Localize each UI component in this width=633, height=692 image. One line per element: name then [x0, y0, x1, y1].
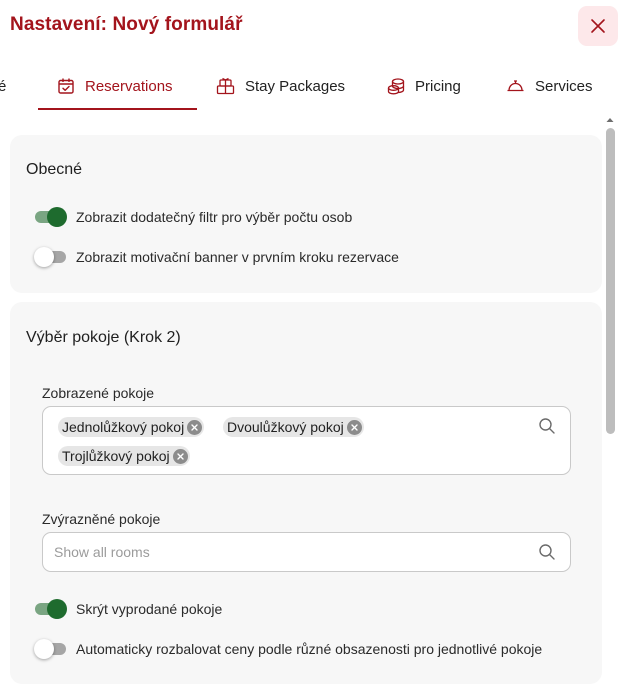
toggle-switch[interactable]	[34, 599, 67, 619]
room-chip: Jednolůžkový pokoj	[58, 417, 205, 437]
active-tab-indicator	[38, 108, 197, 110]
displayed-rooms-select[interactable]: Jednolůžkový pokoj Dvoulůžkový pokoj Tro…	[42, 406, 571, 475]
dialog-header: Nastavení: Nový formulář	[0, 0, 633, 60]
remove-chip-icon[interactable]	[187, 419, 203, 435]
room-chip: Dvoulůžkový pokoj	[223, 417, 364, 437]
room-chip-label: Jednolůžkový pokoj	[62, 419, 185, 435]
general-section-title: Obecné	[26, 161, 83, 178]
tab-services[interactable]: Services	[506, 62, 593, 110]
calendar-check-icon	[58, 78, 74, 94]
coins-icon	[387, 78, 405, 95]
gift-boxes-icon	[216, 77, 235, 95]
toggle-row-auto-expand-prices[interactable]: Automaticky rozbalovat ceny podle různé …	[34, 639, 542, 659]
tab-pricing-label: Pricing	[415, 77, 461, 95]
toggle-label: Skrýt vyprodané pokoje	[76, 601, 223, 617]
toggle-switch[interactable]	[34, 247, 67, 267]
toggle-switch[interactable]	[34, 639, 67, 659]
tab-bar: Reservations Stay Packages Pricing Servi…	[0, 62, 633, 110]
tab-services-label: Services	[535, 77, 593, 95]
remove-chip-icon[interactable]	[172, 448, 188, 464]
search-icon[interactable]	[538, 543, 556, 561]
general-section: Obecné Zobrazit dodatečný filtr pro výbě…	[10, 135, 602, 293]
toggle-row-motivation-banner[interactable]: Zobrazit motivační banner v prvním kroku…	[34, 247, 399, 267]
service-bell-icon	[507, 80, 524, 92]
highlighted-rooms-placeholder: Show all rooms	[54, 544, 150, 560]
search-icon[interactable]	[538, 417, 556, 435]
remove-chip-icon[interactable]	[346, 419, 362, 435]
scrollbar-thumb[interactable]	[606, 128, 615, 434]
tab-pricing[interactable]: Pricing	[387, 62, 461, 110]
highlighted-rooms-select[interactable]: Show all rooms	[42, 532, 571, 572]
room-chip: Trojlůžkový pokoj	[58, 446, 190, 466]
room-selection-section: Výběr pokoje (Krok 2)	[10, 302, 602, 684]
close-button[interactable]	[578, 6, 618, 46]
scroll-up-arrow-icon[interactable]	[605, 115, 615, 125]
toggle-label: Zobrazit dodatečný filtr pro výběr počtu…	[76, 209, 353, 225]
room-chip-label: Dvoulůžkový pokoj	[227, 419, 344, 435]
highlighted-rooms-label: Zvýrazněné pokoje	[42, 511, 161, 527]
room-chip-label: Trojlůžkový pokoj	[62, 448, 170, 464]
close-icon	[591, 19, 605, 33]
tab-stay-packages-label: Stay Packages	[245, 77, 346, 95]
tab-reservations[interactable]: Reservations	[57, 62, 173, 110]
toggle-switch[interactable]	[34, 207, 67, 227]
toggle-label: Zobrazit motivační banner v prvním kroku…	[76, 249, 399, 265]
room-selection-title: Výběr pokoje (Krok 2)	[26, 329, 181, 346]
displayed-rooms-label: Zobrazené pokoje	[42, 385, 155, 401]
toggle-row-hide-sold-out[interactable]: Skrýt vyprodané pokoje	[34, 599, 222, 619]
tab-reservations-label: Reservations	[85, 77, 173, 95]
toggle-label: Automaticky rozbalovat ceny podle různé …	[76, 641, 543, 657]
dialog-title: Nastavení: Nový formulář	[10, 14, 243, 35]
toggle-row-extra-person-filter[interactable]: Zobrazit dodatečný filtr pro výběr počtu…	[34, 207, 352, 227]
tab-stay-packages[interactable]: Stay Packages	[216, 62, 345, 110]
